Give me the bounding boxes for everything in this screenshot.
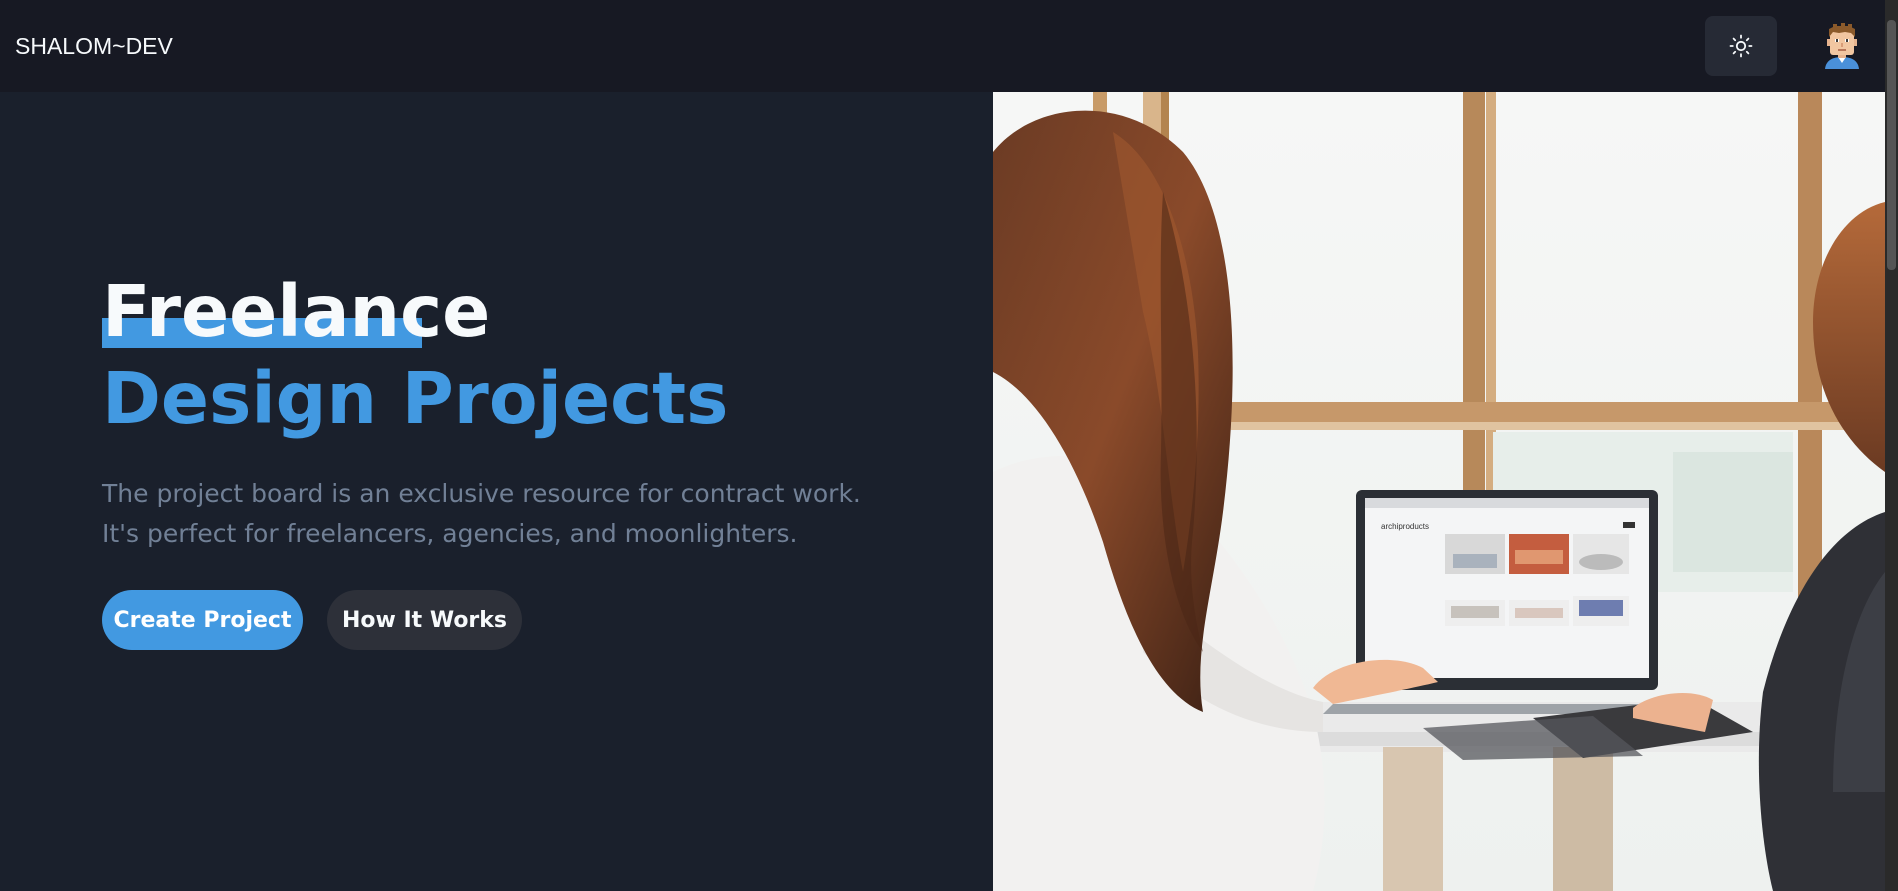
scrollbar-thumb[interactable] (1887, 20, 1896, 270)
create-project-button[interactable]: Create Project (102, 590, 303, 650)
theme-toggle-button[interactable] (1705, 16, 1777, 76)
hero-description: The project board is an exclusive resour… (102, 479, 861, 548)
how-it-works-button[interactable]: How It Works (327, 590, 522, 650)
hero-heading-accent: Design Projects (102, 357, 729, 440)
page: SHALOM~DEV Freelance Design Projects The… (0, 0, 1898, 891)
page-scrollbar[interactable] (1885, 0, 1898, 891)
hero-photo-illustration: archiproducts (993, 92, 1885, 891)
navbar-actions (1705, 16, 1863, 76)
laptop-screen-title: archiproducts (1381, 522, 1429, 531)
avatar-icon[interactable] (1821, 23, 1863, 69)
navbar: SHALOM~DEV (0, 0, 1885, 92)
hero-heading-primary: Freelance (102, 270, 491, 353)
sun-icon (1729, 34, 1753, 58)
hero-photo: archiproducts (993, 92, 1885, 891)
brand-logo[interactable]: SHALOM~DEV (15, 33, 173, 60)
